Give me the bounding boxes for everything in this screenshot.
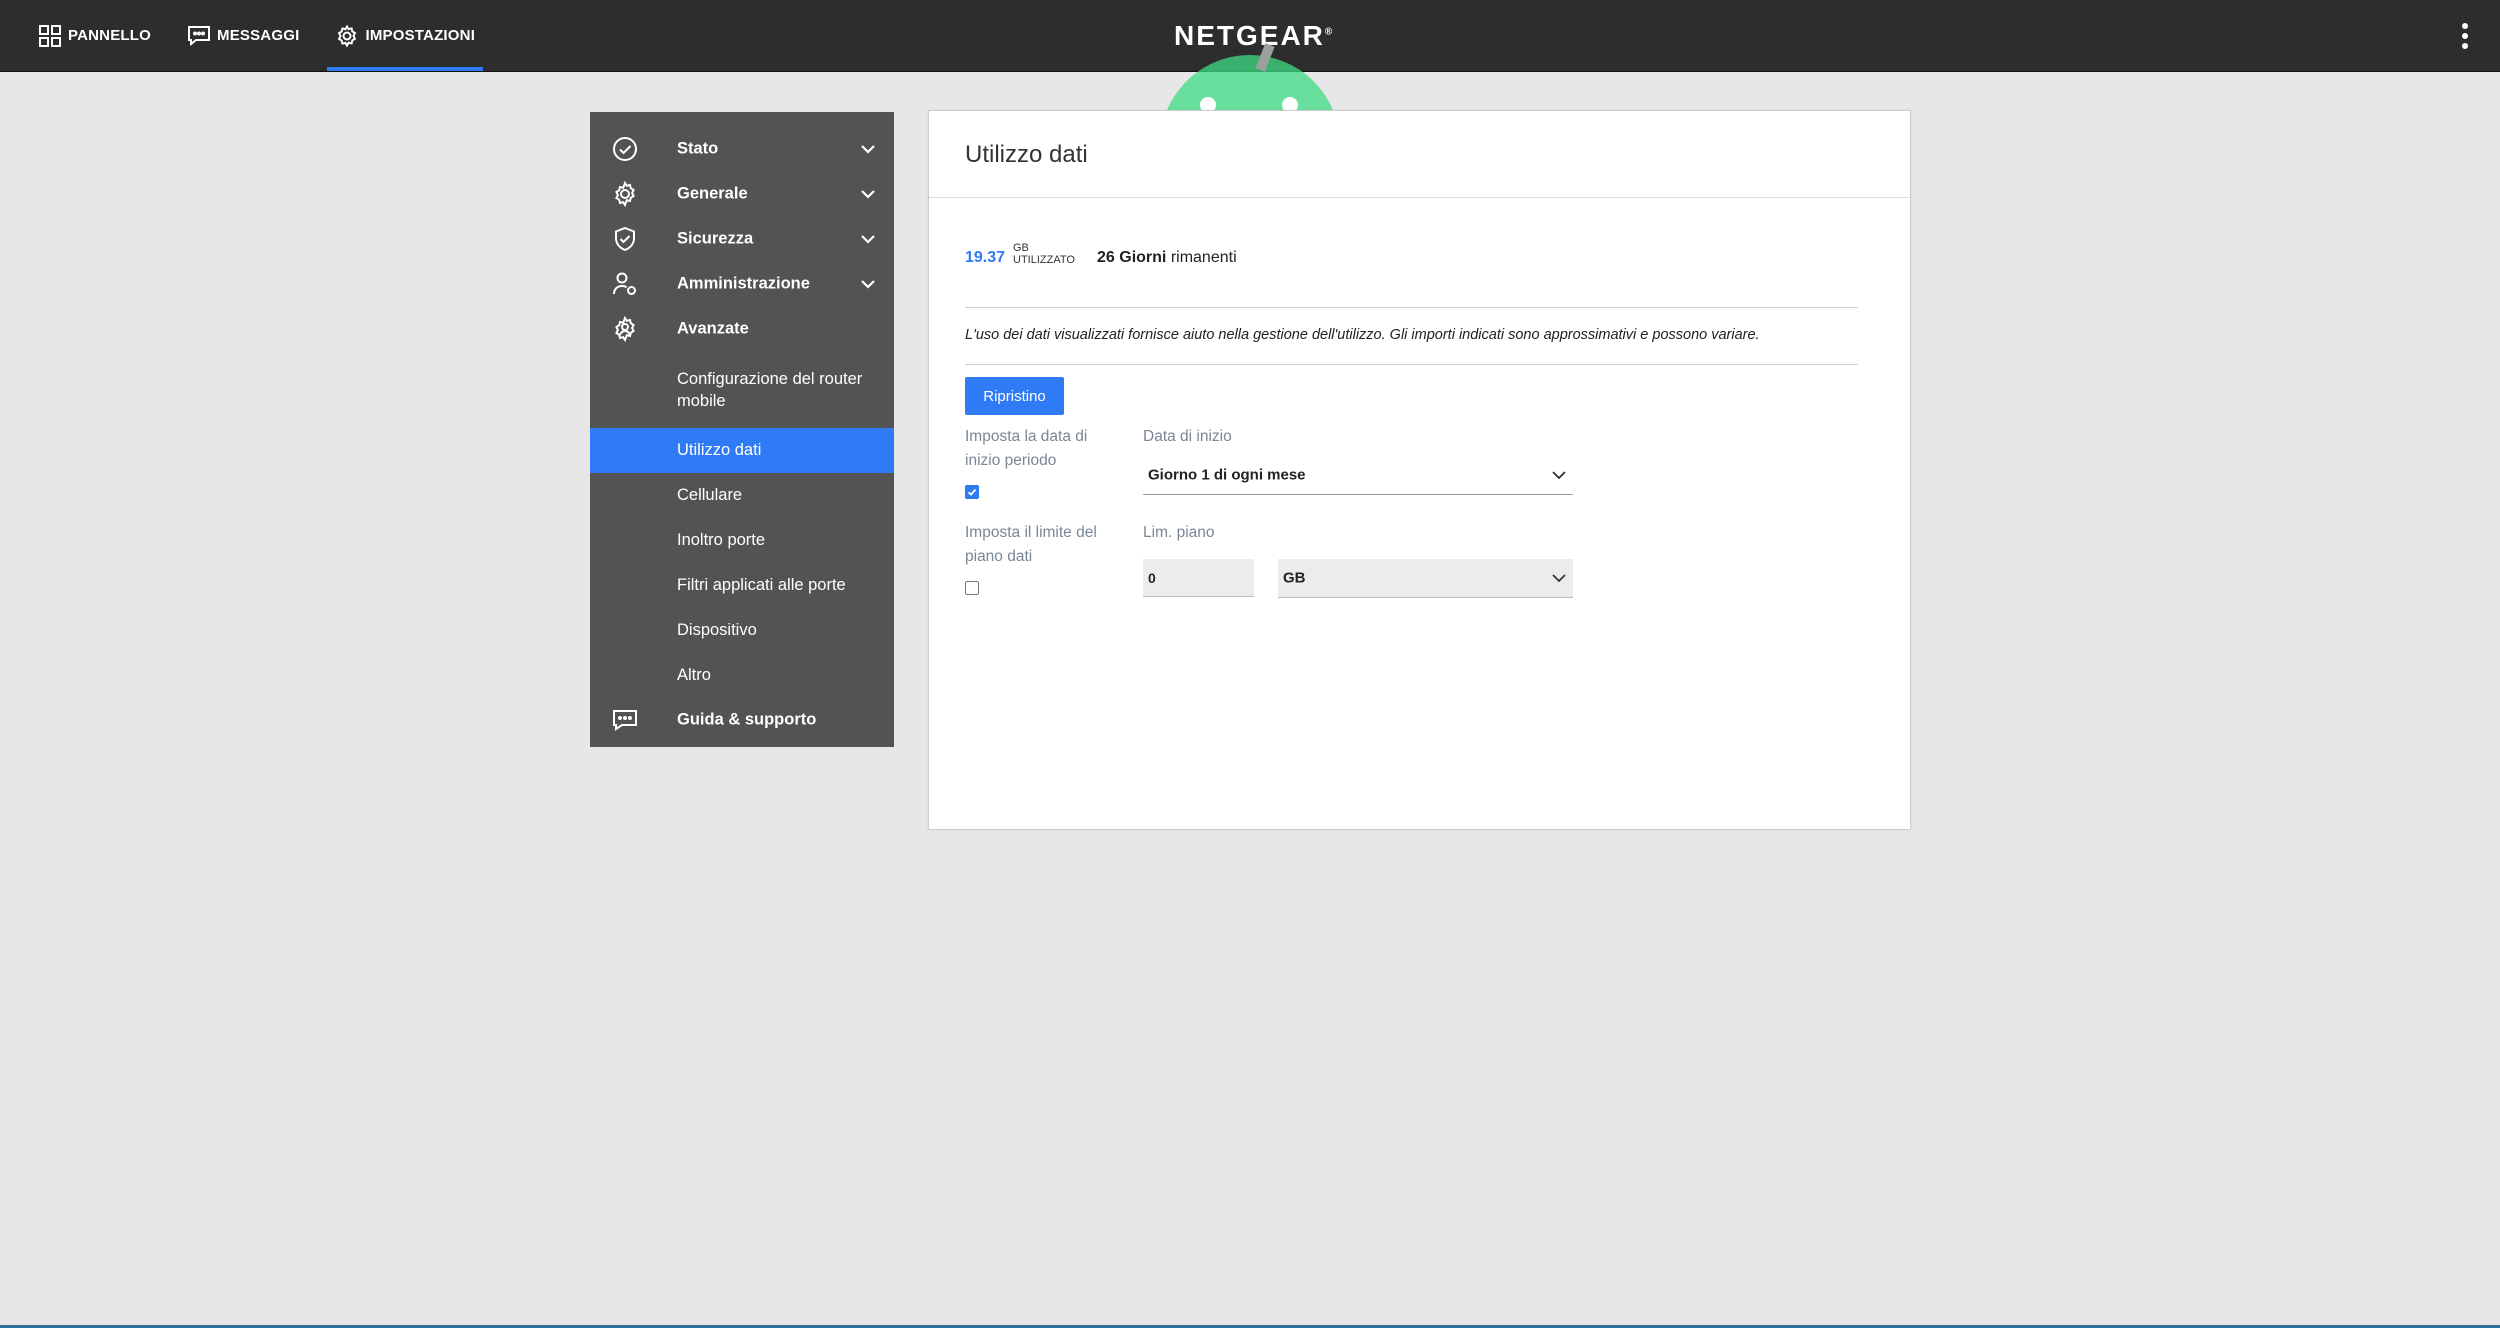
- gear-icon: [615, 181, 635, 207]
- usage-value: 19.37: [965, 249, 1006, 266]
- chevron-down-icon: [861, 190, 875, 199]
- chevron-down-icon: [861, 280, 875, 289]
- chat-bubble-icon: [613, 710, 637, 731]
- brand-name: NETGEAR: [1174, 20, 1325, 51]
- start-date-select[interactable]: Giorno 1 di ogni mese: [1143, 456, 1573, 495]
- sidebar-item-sicurezza[interactable]: Sicurezza: [590, 223, 894, 255]
- checkmark-icon: [967, 488, 977, 496]
- sidebar-item-avanzate[interactable]: Avanzate: [590, 313, 894, 345]
- sidebar-subitem-label: Altro: [677, 666, 711, 684]
- start-date-select-value: Giorno 1 di ogni mese: [1148, 466, 1306, 484]
- sidebar-subitem-label: Filtri applicati alle porte: [677, 576, 846, 594]
- netgear-logo: NETGEAR®: [1174, 20, 1334, 52]
- chevron-down-icon: [1552, 574, 1566, 583]
- shield-check-icon: [615, 226, 635, 252]
- sidebar-subitem-filtri-porte[interactable]: Filtri applicati alle porte: [590, 563, 894, 608]
- sidebar-item-label: Amministrazione: [677, 274, 810, 293]
- days-label: rimanenti: [1170, 249, 1237, 266]
- nav-tab-label: MESSAGGI: [217, 27, 300, 44]
- sidebar: Stato Generale Sicurezza Amministrazione…: [590, 112, 894, 747]
- sidebar-item-guida-supporto[interactable]: Guida & supporto: [590, 702, 894, 738]
- sidebar-item-label: Avanzate: [677, 319, 749, 338]
- chevron-down-icon: [1552, 471, 1566, 480]
- top-nav: PANNELLO MESSAGGI IMPOSTAZIONI: [30, 0, 503, 71]
- nav-tab-label: PANNELLO: [68, 27, 151, 44]
- usage-unit-used: UTILIZZATO: [1013, 254, 1075, 266]
- days-count: 26 Giorni: [1097, 249, 1167, 266]
- kebab-menu-icon[interactable]: [2460, 22, 2470, 50]
- user-gear-icon: [613, 272, 636, 295]
- reset-button[interactable]: Ripristino: [965, 377, 1064, 415]
- data-usage-panel: Utilizzo dati 19.37 GB UTILIZZATO 26 Gio…: [928, 110, 1911, 830]
- start-date-select-label: Data di inizio: [1143, 428, 1232, 445]
- usage-unit-gb: GB: [1013, 242, 1029, 254]
- top-navigation-bar: PANNELLO MESSAGGI IMPOSTAZIONI NETGEAR®: [0, 0, 2500, 72]
- days-remaining: 26 Giorni rimanenti: [1097, 249, 1237, 267]
- sidebar-subitem-label: Inoltro porte: [677, 531, 766, 549]
- title-divider: [929, 197, 1910, 198]
- divider: [965, 364, 1858, 365]
- plan-limit-input[interactable]: [1143, 559, 1254, 597]
- start-date-checkbox-label: Imposta la data di inizio periodo: [965, 428, 1088, 469]
- sidebar-subitem-label: Cellulare: [677, 486, 743, 504]
- divider: [965, 307, 1858, 308]
- start-date-checkbox[interactable]: [965, 485, 979, 499]
- sidebar-item-stato[interactable]: Stato: [590, 133, 894, 165]
- sidebar-item-generale[interactable]: Generale: [590, 178, 894, 210]
- plan-limit-unit-value: GB: [1283, 569, 1306, 587]
- sidebar-item-label: Stato: [677, 139, 719, 158]
- sidebar-subitem-cellulare[interactable]: Cellulare: [590, 473, 894, 518]
- sidebar-item-label: Guida & supporto: [677, 710, 817, 729]
- page-title: Utilizzo dati: [965, 141, 1088, 168]
- sidebar-subitem-label: Configurazione del router mobile: [677, 370, 863, 410]
- sidebar-subitem-inoltro-porte[interactable]: Inoltro porte: [590, 518, 894, 563]
- usage-note: L'uso dei dati visualizzati fornisce aiu…: [965, 327, 1760, 343]
- registered-mark: ®: [1324, 26, 1335, 38]
- nav-tab-impostazioni[interactable]: IMPOSTAZIONI: [327, 0, 483, 71]
- sidebar-subitem-configurazione[interactable]: Configurazione del router mobile: [590, 368, 894, 412]
- sidebar-item-label: Sicurezza: [677, 229, 754, 248]
- nav-tab-pannello[interactable]: PANNELLO: [30, 0, 159, 71]
- chevron-down-icon: [861, 145, 875, 154]
- message-icon: [188, 25, 210, 46]
- sidebar-item-amministrazione[interactable]: Amministrazione: [590, 268, 894, 300]
- plan-limit-checkbox-label: Imposta il limite del piano dati: [965, 524, 1097, 565]
- nav-tab-messaggi[interactable]: MESSAGGI: [179, 0, 307, 71]
- plan-limit-checkbox[interactable]: [965, 581, 979, 595]
- sidebar-item-label: Generale: [677, 184, 748, 203]
- sidebar-subitem-utilizzo-dati[interactable]: Utilizzo dati: [590, 428, 894, 473]
- plan-limit-input-label: Lim. piano: [1143, 524, 1215, 541]
- sidebar-subitem-dispositivo[interactable]: Dispositivo: [590, 608, 894, 653]
- dashboard-grid-icon: [39, 24, 61, 47]
- sidebar-subitem-label: Dispositivo: [677, 621, 757, 639]
- nav-tab-label: IMPOSTAZIONI: [365, 27, 476, 44]
- sidebar-subitem-label: Utilizzo dati: [677, 441, 762, 459]
- check-circle-icon: [613, 137, 637, 161]
- plan-limit-unit-select[interactable]: GB: [1278, 559, 1573, 598]
- advanced-gear-icon: [615, 316, 635, 342]
- gear-icon: [338, 24, 357, 47]
- usage-unit: GB UTILIZZATO: [1013, 242, 1075, 266]
- sidebar-subitem-altro[interactable]: Altro: [590, 653, 894, 698]
- chevron-down-icon: [861, 235, 875, 244]
